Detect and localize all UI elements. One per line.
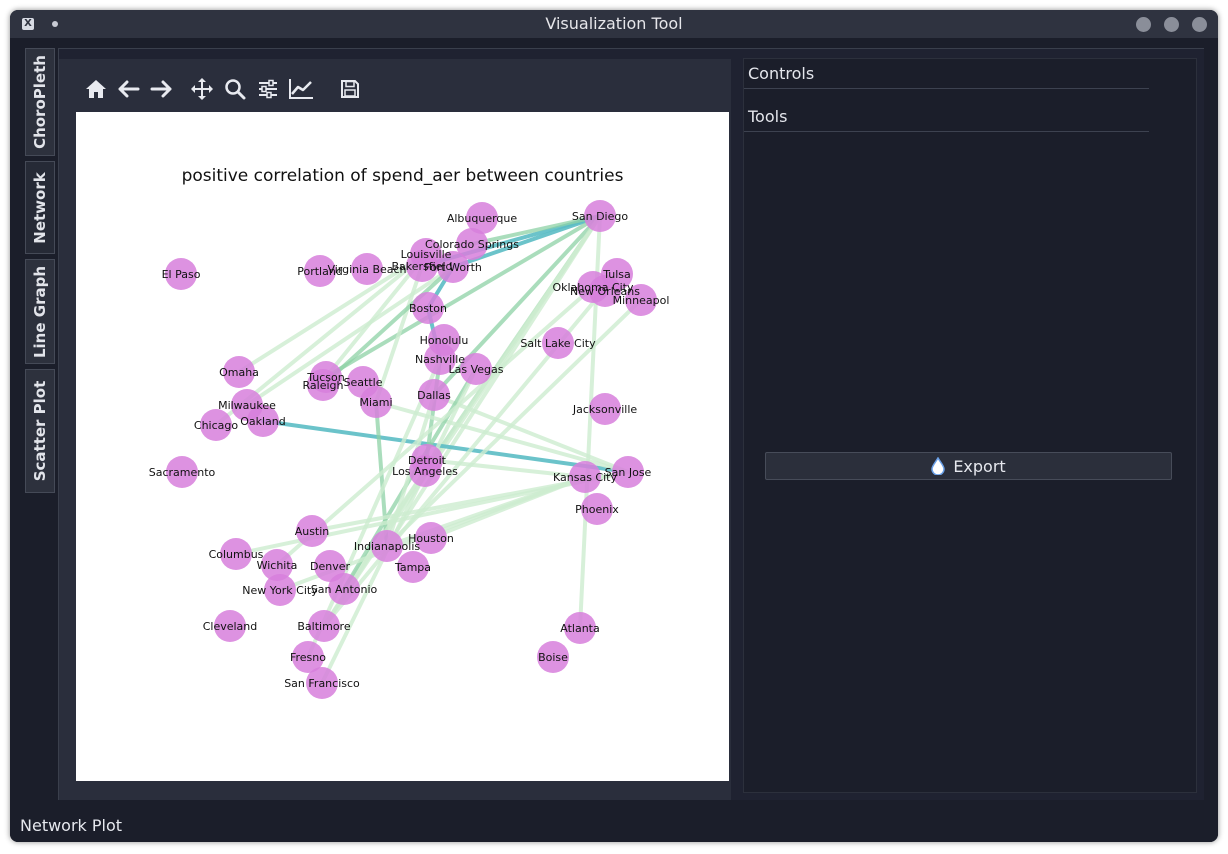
node-label-46: Fresno <box>290 651 326 664</box>
node-label-26: Oakland <box>240 415 286 428</box>
node-label-9: Tulsa <box>602 268 631 281</box>
node-label-5: Fort Worth <box>424 261 482 274</box>
node-label-8: Virginia Beach <box>327 263 406 276</box>
node-label-22: Dallas <box>417 389 451 402</box>
tab-network[interactable]: Network <box>25 161 55 254</box>
tab-line-graph[interactable]: Line Graph <box>25 259 55 364</box>
node-label-15: Salt Lake City <box>520 337 596 350</box>
app-window: X Visualization Tool ChoroPleth Network … <box>10 10 1218 842</box>
back-icon[interactable] <box>114 74 144 104</box>
node-label-40: Tampa <box>394 561 431 574</box>
node-label-25: Jacksonville <box>572 403 638 416</box>
node-label-20: Seattle <box>344 376 383 389</box>
controls-header[interactable]: Controls <box>744 59 1194 89</box>
node-label-1: Albuquerque <box>447 212 518 225</box>
tab-choropleth-label: ChoroPleth <box>31 55 49 149</box>
node-label-43: Cleveland <box>203 620 258 633</box>
node-label-36: Indianapolis <box>354 540 421 553</box>
title-bar: X Visualization Tool <box>10 10 1218 38</box>
window-title: Visualization Tool <box>545 14 683 33</box>
node-label-37: Columbus <box>209 548 264 561</box>
node-label-30: Sacramento <box>149 466 216 479</box>
node-label-17: Las Vegas <box>449 363 504 376</box>
subplots-icon[interactable] <box>253 74 283 104</box>
export-label: Export <box>953 456 1006 476</box>
tab-choropleth[interactable]: ChoroPleth <box>25 48 55 156</box>
minimize-button[interactable] <box>1136 17 1151 32</box>
node-label-6: El Paso <box>162 268 201 281</box>
node-label-33: Phoenix <box>575 503 619 516</box>
network-figure[interactable]: positive correlation of spend_aer betwee… <box>76 112 729 781</box>
tab-scatter-plot-label: Scatter Plot <box>31 380 49 482</box>
controls-divider <box>744 88 1149 89</box>
node-label-41: San Antonio <box>311 583 378 596</box>
node-label-34: Austin <box>295 525 330 538</box>
tools-divider <box>744 131 1149 132</box>
node-label-32: Kansas City <box>553 471 617 484</box>
node-label-48: San Francisco <box>284 677 360 690</box>
node-label-24: Milwaukee <box>218 399 276 412</box>
node-label-14: Honolulu <box>420 334 469 347</box>
node-label-23: Miami <box>359 396 392 409</box>
node-label-45: Atlanta <box>560 622 599 635</box>
tools-label: Tools <box>748 107 788 126</box>
tab-scatter-plot[interactable]: Scatter Plot <box>25 369 55 493</box>
tab-network-label: Network <box>31 171 49 244</box>
tab-line-graph-label: Line Graph <box>31 265 49 358</box>
maximize-button[interactable] <box>1164 17 1179 32</box>
node-label-38: Wichita <box>257 559 298 572</box>
export-button[interactable]: Export <box>765 452 1172 480</box>
controls-label: Controls <box>748 64 815 83</box>
node-label-18: Omaha <box>219 366 259 379</box>
pan-icon[interactable] <box>187 74 217 104</box>
close-button[interactable] <box>1192 17 1207 32</box>
save-icon[interactable] <box>335 74 365 104</box>
node-label-12: Minneapol <box>613 294 670 307</box>
node-label-0: San Diego <box>572 210 628 223</box>
node-label-29: Los Angeles <box>392 465 458 478</box>
export-icon <box>931 457 946 475</box>
forward-icon[interactable] <box>146 74 176 104</box>
home-icon[interactable] <box>81 74 111 104</box>
node-label-42: New York City <box>242 584 318 597</box>
status-bar: Network Plot <box>10 800 1218 842</box>
status-text: Network Plot <box>20 816 123 835</box>
node-label-44: Baltimore <box>297 620 350 633</box>
tools-header[interactable]: Tools <box>744 102 1194 132</box>
side-dock: Controls Tools <box>743 58 1197 793</box>
node-label-21: Raleigh <box>303 379 344 392</box>
node-label-47: Boise <box>538 651 568 664</box>
network-plot-svg: San DiegoAlbuquerqueColorado SpringsLoui… <box>149 200 670 699</box>
node-label-13: Boston <box>409 302 447 315</box>
node-label-39: Denver <box>310 560 350 573</box>
node-label-27: Chicago <box>194 419 238 432</box>
edit-curve-icon[interactable] <box>286 74 316 104</box>
zoom-icon[interactable] <box>220 74 250 104</box>
